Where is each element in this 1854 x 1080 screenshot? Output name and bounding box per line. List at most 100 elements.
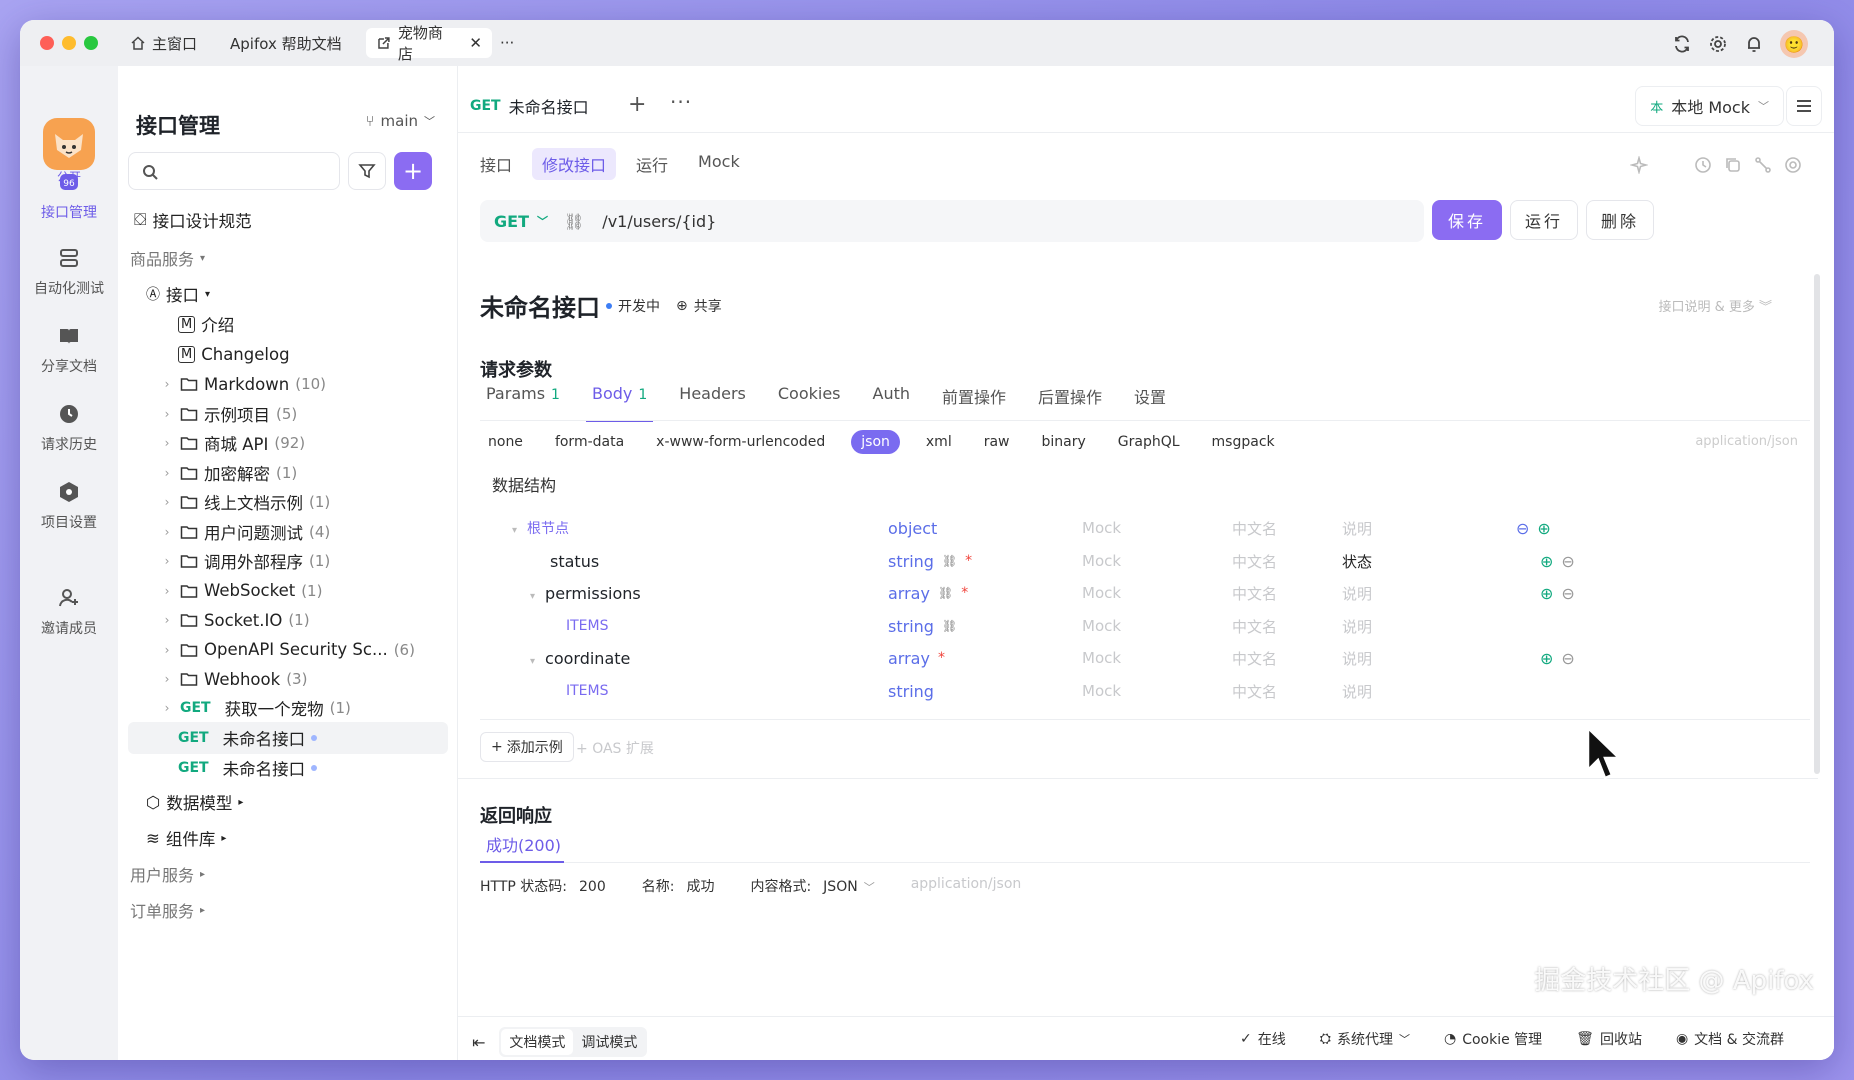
cookie-manager[interactable]: ◔ Cookie 管理 <box>1444 1029 1542 1049</box>
body-type-msgpack[interactable]: msgpack <box>1206 430 1281 454</box>
tab-params[interactable]: Params 1 <box>480 384 566 422</box>
settings-icon[interactable] <box>1784 156 1802 174</box>
field-type[interactable]: array <box>888 584 930 603</box>
field-cn-name[interactable]: 中文名 <box>1232 681 1277 702</box>
tab-mock[interactable]: Mock <box>688 148 750 180</box>
body-type-urlencoded[interactable]: x-www-form-urlencoded <box>650 430 831 454</box>
community-button[interactable]: ◉ 文档 & 交流群 <box>1676 1029 1784 1049</box>
window-tab-petstore[interactable]: 宠物商店 ✕ <box>366 24 492 63</box>
field-desc[interactable]: 说明 <box>1342 583 1372 604</box>
tree-item-api-folder[interactable]: Ⓐ 接口 ▾ <box>118 278 458 310</box>
rail-item-automation[interactable]: 自动化测试 <box>20 246 118 298</box>
menu-button[interactable] <box>1786 86 1822 126</box>
tree-item-intro[interactable]: M 介绍 <box>118 308 458 340</box>
body-type-raw[interactable]: raw <box>978 430 1016 454</box>
field-type[interactable]: string <box>888 617 934 636</box>
minimize-window-button[interactable] <box>62 36 76 50</box>
online-status[interactable]: ✓ 在线 <box>1240 1029 1286 1049</box>
field-cn-name[interactable]: 中文名 <box>1232 616 1277 637</box>
schema-row-root[interactable]: ▾ 根节点 object Mock 中文名 说明 ⊖ ⊕ <box>480 512 1810 544</box>
tab-settings[interactable]: 设置 <box>1128 384 1172 422</box>
tree-item-unnamed-api[interactable]: GET 未命名接口 <box>118 752 458 784</box>
field-desc[interactable]: 说明 <box>1342 616 1372 637</box>
tree-folder[interactable]: › 商城 API (92) <box>118 427 458 459</box>
response-name-value[interactable]: 成功 <box>686 879 714 895</box>
project-logo-icon[interactable] <box>43 118 95 170</box>
field-cn-name[interactable]: 中文名 <box>1232 648 1277 669</box>
field-mock[interactable]: Mock <box>1082 617 1121 635</box>
tree-folder[interactable]: › 加密解密 (1) <box>118 457 458 489</box>
share-badge[interactable]: ⊕ 共享 <box>676 296 722 316</box>
tab-response-200[interactable]: 成功(200) <box>486 832 561 856</box>
proxy-selector[interactable]: ⛭ 系统代理 ﹀ <box>1320 1029 1410 1049</box>
save-button[interactable]: 保存 <box>1432 200 1502 240</box>
collapse-all-icon[interactable]: ⊖ <box>1516 519 1529 538</box>
body-type-xml[interactable]: xml <box>920 430 958 454</box>
tab-api[interactable]: 接口 <box>470 148 522 180</box>
field-mock[interactable]: Mock <box>1082 682 1121 700</box>
status-badge[interactable]: 开发中 <box>606 296 660 316</box>
tree-item-components[interactable]: ≋ 组件库 ▸ <box>118 822 458 854</box>
tree-folder[interactable]: › Socket.IO (1) <box>118 604 458 636</box>
body-type-none[interactable]: none <box>482 430 529 454</box>
remove-icon[interactable]: ⊖ <box>1561 584 1574 603</box>
tab-pre-operation[interactable]: 前置操作 <box>936 384 1012 422</box>
debug-mode-button[interactable]: 调试模式 <box>573 1029 645 1055</box>
maximize-window-button[interactable] <box>84 36 98 50</box>
tab-cookies[interactable]: Cookies <box>772 384 847 422</box>
tab-run[interactable]: 运行 <box>626 148 678 180</box>
search-input[interactable] <box>128 152 340 190</box>
tree-item-unnamed-api-active[interactable]: GET 未命名接口 <box>128 722 448 754</box>
rail-item-invite[interactable]: 邀请成员 <box>20 586 118 638</box>
tree-folder[interactable]: › 线上文档示例 (1) <box>118 486 458 518</box>
field-type[interactable]: object <box>888 519 937 538</box>
group-goods[interactable]: 商品服务 ▾ <box>118 242 458 274</box>
field-type[interactable]: string <box>888 682 934 701</box>
field-mock[interactable]: Mock <box>1082 649 1121 667</box>
rail-item-history[interactable]: 请求历史 <box>20 402 118 454</box>
add-sibling-icon[interactable]: ⊕ <box>1540 584 1553 603</box>
close-tab-icon[interactable]: ✕ <box>469 34 482 52</box>
tree-folder[interactable]: › OpenAPI Security Sc... (6) <box>118 634 458 666</box>
add-sibling-icon[interactable]: ⊕ <box>1540 649 1553 668</box>
tab-auth[interactable]: Auth <box>867 384 917 422</box>
tree-item-data-models[interactable]: ⬡ 数据模型 ▸ <box>118 786 458 818</box>
user-avatar[interactable]: 🙂 <box>1780 30 1808 58</box>
add-example-button[interactable]: + 添加示例 <box>480 732 574 762</box>
schema-row-coordinate-items[interactable]: ITEMS string Mock 中文名 说明 <box>480 675 1810 707</box>
tree-folder[interactable]: › Webhook (3) <box>118 663 458 695</box>
remove-icon[interactable]: ⊖ <box>1561 649 1574 668</box>
tab-body[interactable]: Body 1 <box>585 384 654 422</box>
required-icon[interactable]: * <box>938 650 945 666</box>
sparkle-icon[interactable] <box>1630 156 1648 174</box>
tree-folder[interactable]: › 调用外部程序 (1) <box>118 545 458 577</box>
api-title[interactable]: 未命名接口 <box>480 288 600 323</box>
tree-folder[interactable]: › 用户问题测试 (4) <box>118 516 458 548</box>
sidebar-item-design-spec[interactable]: ⛋ 接口设计规范 <box>118 204 458 236</box>
schema-row-coordinate[interactable]: ▾ coordinate array * Mock 中文名 说明 ⊕ ⊖ <box>480 642 1810 674</box>
tab-edit-api[interactable]: 修改接口 <box>532 148 617 180</box>
field-desc[interactable]: 说明 <box>1342 681 1372 702</box>
group-user[interactable]: 用户服务 ▸ <box>118 858 458 890</box>
tree-folder[interactable]: › 示例项目 (5) <box>118 398 458 430</box>
environment-selector[interactable]: 本 本地 Mock ﹀ <box>1635 86 1784 126</box>
gear-icon[interactable] <box>1708 34 1728 54</box>
http-status-value[interactable]: 200 <box>579 879 606 895</box>
body-type-graphql[interactable]: GraphQL <box>1112 430 1186 454</box>
rail-item-share-docs[interactable]: 分享文档 <box>20 324 118 376</box>
body-type-binary[interactable]: binary <box>1036 430 1092 454</box>
field-cn-name[interactable]: 中文名 <box>1232 518 1277 539</box>
copy-icon[interactable] <box>1724 156 1742 174</box>
add-button[interactable]: + <box>394 152 432 190</box>
field-mock[interactable]: Mock <box>1082 584 1121 602</box>
field-mock[interactable]: Mock <box>1082 519 1121 537</box>
rail-item-settings[interactable]: 项目设置 <box>20 480 118 532</box>
scrollbar[interactable] <box>1814 274 1820 774</box>
field-desc[interactable]: 状态 <box>1342 551 1372 572</box>
bell-icon[interactable] <box>1744 34 1764 54</box>
doc-mode-button[interactable]: 文档模式 <box>501 1029 574 1055</box>
doc-tab-unnamed-api[interactable]: GET 未命名接口 <box>470 88 589 124</box>
field-cn-name[interactable]: 中文名 <box>1232 583 1277 604</box>
window-tab-home[interactable]: 主窗口 <box>120 28 207 58</box>
content-format-select[interactable]: JSON <box>823 879 858 895</box>
